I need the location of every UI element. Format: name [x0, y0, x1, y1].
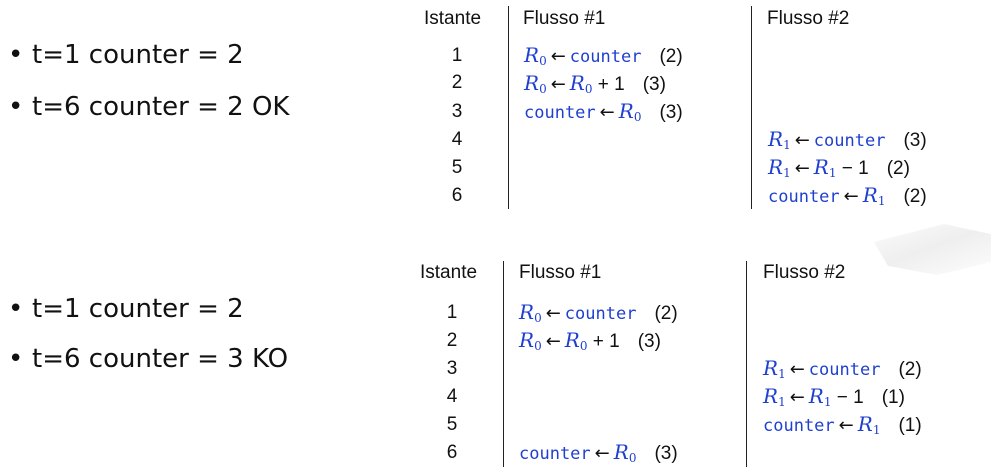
counter-var: counter	[564, 304, 637, 324]
assign-arrow: ←	[545, 303, 561, 324]
assign-arrow: ←	[599, 102, 615, 123]
access-count: (2)	[903, 186, 927, 207]
access-count: (3)	[654, 443, 678, 464]
bullet-item: • t=1 counter = 2	[8, 294, 244, 324]
access-count: (3)	[637, 331, 661, 352]
watermark-logo	[874, 224, 991, 275]
assign-arrow: ←	[550, 46, 566, 67]
statement-r0-increment: R0 ← R0 + 1 (3)	[519, 328, 661, 353]
counter-var: counter	[569, 47, 642, 67]
register-r1: R1	[813, 155, 837, 180]
time-cell: 4	[451, 129, 463, 150]
assign-arrow: ←	[838, 415, 854, 436]
access-count: (2)	[886, 158, 910, 179]
register-r0: R0	[524, 71, 547, 96]
bullet-text: t=6 counter = 2 OK	[32, 92, 290, 122]
column-divider	[751, 6, 752, 209]
column-divider	[508, 6, 509, 209]
time-cell: 1	[451, 45, 463, 66]
assign-arrow: ←	[794, 130, 810, 151]
access-count: (1)	[881, 387, 905, 408]
statement-r0-load: R0 ← counter (2)	[524, 43, 683, 68]
bullet-dot: •	[8, 294, 24, 324]
access-count: (1)	[898, 415, 922, 436]
register-r1: R1	[763, 356, 786, 381]
counter-var: counter	[808, 360, 881, 380]
statement-counter-store: counter ← R0 (3)	[524, 99, 683, 124]
plus-one: + 1	[592, 331, 620, 352]
header-istante: Istante	[424, 8, 482, 29]
access-count: (3)	[659, 102, 683, 123]
header-flusso-2: Flusso #2	[767, 8, 850, 29]
time-cell: 5	[446, 414, 458, 435]
minus-one: − 1	[841, 158, 869, 179]
register-r0: R0	[618, 99, 642, 124]
register-r1: R1	[808, 384, 832, 409]
minus-one: − 1	[836, 387, 864, 408]
access-count: (2)	[659, 46, 683, 67]
time-cell: 2	[451, 72, 463, 93]
header-flusso-1: Flusso #1	[519, 262, 602, 283]
register-r1: R1	[862, 183, 886, 208]
column-divider	[503, 261, 504, 467]
bullet-item: • t=6 counter = 3 KO	[8, 344, 288, 374]
counter-var: counter	[519, 444, 591, 464]
statement-r0-increment: R0 ← R0 + 1 (3)	[524, 71, 666, 96]
column-divider	[746, 261, 747, 467]
assign-arrow: ←	[550, 74, 566, 95]
time-cell: 3	[451, 101, 463, 122]
register-r1: R1	[768, 155, 791, 180]
access-count: (3)	[903, 130, 927, 151]
statement-r1-decrement: R1 ← R1 − 1 (1)	[763, 384, 905, 409]
assign-arrow: ←	[545, 331, 561, 352]
statement-r1-load: R1 ← counter (2)	[763, 356, 922, 381]
counter-var: counter	[768, 187, 840, 207]
register-r0: R0	[569, 71, 593, 96]
statement-counter-store: counter ← R0 (3)	[519, 440, 678, 465]
time-cell: 1	[446, 302, 458, 323]
register-r1: R1	[857, 412, 881, 437]
time-cell: 2	[446, 330, 458, 351]
access-count: (2)	[898, 359, 922, 380]
statement-r0-load: R0 ← counter (2)	[519, 300, 678, 325]
counter-var: counter	[763, 416, 835, 436]
access-count: (3)	[642, 74, 666, 95]
assign-arrow: ←	[789, 387, 805, 408]
statement-r1-load: R1 ← counter (3)	[768, 127, 927, 152]
assign-arrow: ←	[843, 186, 859, 207]
header-flusso-1: Flusso #1	[523, 8, 606, 29]
counter-var: counter	[813, 131, 886, 151]
statement-counter-store: counter ← R1 (2)	[768, 183, 927, 208]
bullet-item: • t=6 counter = 2 OK	[8, 92, 289, 122]
time-cell: 5	[451, 157, 463, 178]
access-count: (2)	[654, 303, 678, 324]
time-cell: 3	[446, 358, 458, 379]
plus-one: + 1	[597, 74, 625, 95]
register-r0: R0	[519, 300, 542, 325]
bullet-dot: •	[8, 40, 24, 70]
assign-arrow: ←	[594, 443, 610, 464]
register-r1: R1	[763, 384, 786, 409]
bullet-item: • t=1 counter = 2	[8, 40, 244, 70]
register-r1: R1	[768, 127, 791, 152]
bullet-text: t=1 counter = 2	[32, 40, 244, 70]
counter-var: counter	[524, 103, 596, 123]
bullet-text: t=6 counter = 3 KO	[32, 344, 289, 374]
register-r0: R0	[613, 440, 637, 465]
register-r0: R0	[519, 328, 542, 353]
header-istante: Istante	[420, 262, 478, 283]
register-r0: R0	[524, 43, 547, 68]
bullet-dot: •	[8, 344, 24, 374]
assign-arrow: ←	[794, 158, 810, 179]
time-cell: 4	[446, 386, 458, 407]
bullet-text: t=1 counter = 2	[32, 294, 244, 324]
time-cell: 6	[446, 442, 458, 463]
statement-r1-decrement: R1 ← R1 − 1 (2)	[768, 155, 910, 180]
statement-counter-store: counter ← R1 (1)	[763, 412, 922, 437]
assign-arrow: ←	[789, 359, 805, 380]
bullet-dot: •	[8, 92, 24, 122]
time-cell: 6	[451, 185, 463, 206]
header-flusso-2: Flusso #2	[763, 262, 846, 283]
register-r0: R0	[564, 328, 588, 353]
